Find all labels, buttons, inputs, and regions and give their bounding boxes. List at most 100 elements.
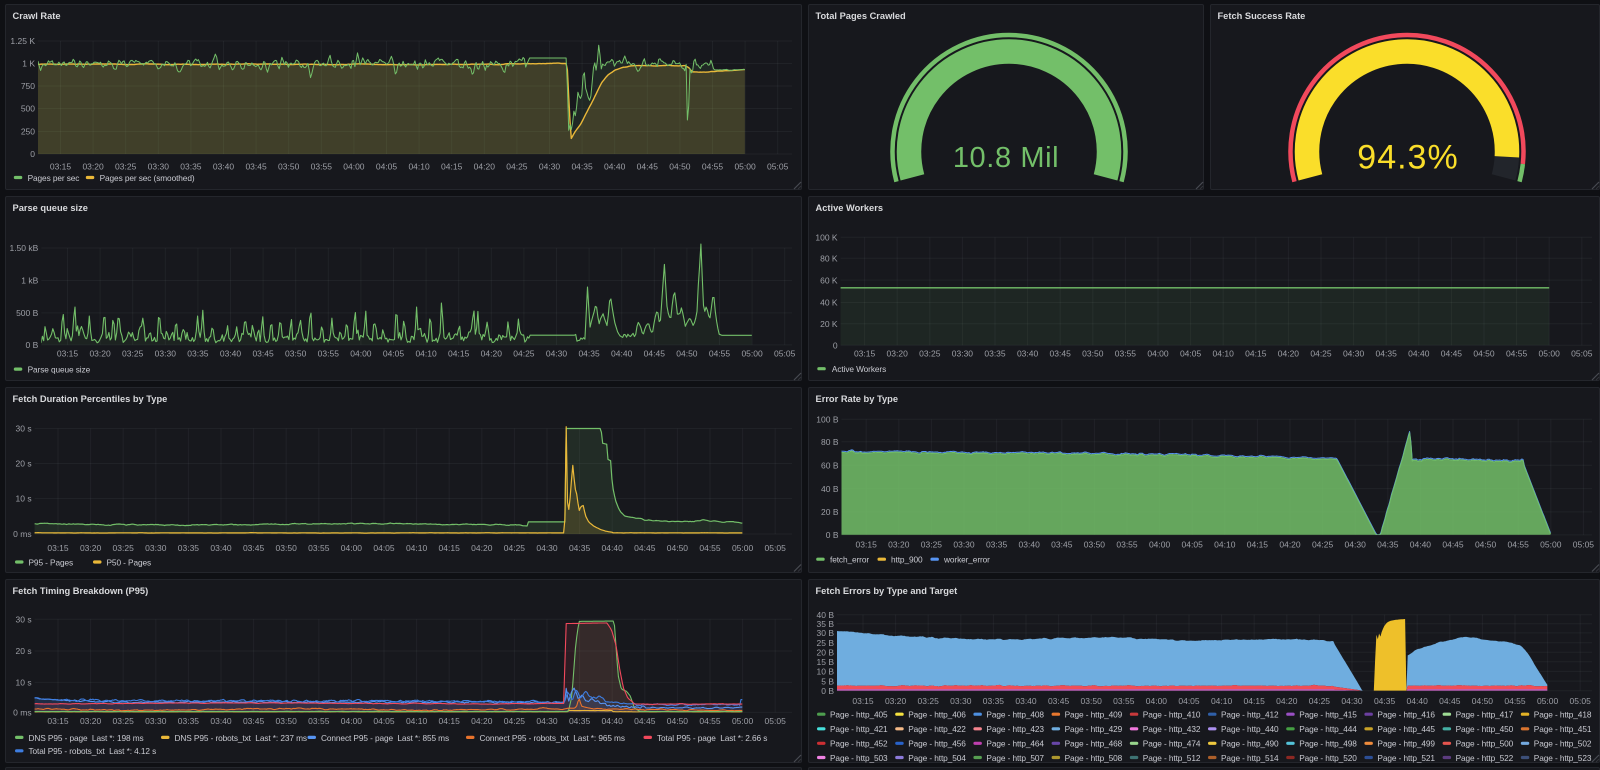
svg-text:0 ms: 0 ms — [13, 529, 31, 539]
svg-text:03:45: 03:45 — [1048, 696, 1070, 706]
svg-text:0 B: 0 B — [26, 340, 39, 350]
svg-text:04:30: 04:30 — [1341, 696, 1363, 706]
svg-text:04:10: 04:10 — [1213, 348, 1235, 358]
svg-text:04:25: 04:25 — [513, 348, 535, 358]
svg-text:03:55: 03:55 — [318, 348, 340, 358]
svg-text:Page - http_432: Page - http_432 — [1143, 724, 1201, 734]
svg-text:Page - http_409: Page - http_409 — [1065, 709, 1123, 719]
svg-text:Page - http_499: Page - http_499 — [1377, 738, 1435, 748]
svg-text:03:50: 03:50 — [1082, 348, 1104, 358]
svg-text:Active Workers: Active Workers — [832, 364, 886, 374]
svg-text:04:40: 04:40 — [604, 161, 626, 171]
svg-text:04:00: 04:00 — [343, 161, 365, 171]
svg-text:03:30: 03:30 — [952, 348, 974, 358]
svg-text:03:30: 03:30 — [145, 716, 167, 726]
svg-text:05:00: 05:00 — [732, 543, 754, 553]
svg-text:Page - http_452: Page - http_452 — [830, 738, 888, 748]
svg-text:03:25: 03:25 — [919, 348, 941, 358]
svg-text:03:45: 03:45 — [243, 716, 265, 726]
svg-text:94.3%: 94.3% — [1357, 139, 1458, 177]
svg-text:Page - http_440: Page - http_440 — [1221, 724, 1279, 734]
svg-text:04:15: 04:15 — [448, 348, 470, 358]
svg-text:04:25: 04:25 — [506, 161, 528, 171]
svg-text:04:05: 04:05 — [1182, 539, 1204, 549]
svg-text:05:05: 05:05 — [765, 543, 787, 553]
svg-text:04:20: 04:20 — [1278, 348, 1300, 358]
svg-text:03:45: 03:45 — [243, 543, 265, 553]
svg-text:04:50: 04:50 — [669, 161, 691, 171]
svg-text:04:15: 04:15 — [439, 716, 461, 726]
svg-text:0 B: 0 B — [826, 530, 839, 540]
svg-text:0: 0 — [30, 149, 35, 159]
svg-text:DNS P95 - robots_txt Last *:: DNS P95 - robots_txt Last *: 237 ms — [175, 732, 307, 742]
svg-text:04:15: 04:15 — [1244, 696, 1266, 706]
svg-text:04:05: 04:05 — [1180, 348, 1202, 358]
svg-text:03:25: 03:25 — [113, 543, 135, 553]
svg-text:03:35: 03:35 — [178, 543, 200, 553]
svg-text:04:25: 04:25 — [504, 543, 526, 553]
svg-text:DNS P95 - page Last *: 198 ms: DNS P95 - page Last *: 198 ms — [29, 732, 144, 742]
svg-text:05:00: 05:00 — [741, 348, 763, 358]
svg-text:03:20: 03:20 — [80, 716, 102, 726]
svg-text:10.8 Mil: 10.8 Mil — [953, 142, 1059, 174]
svg-text:250: 250 — [21, 127, 35, 137]
svg-text:10 s: 10 s — [16, 494, 32, 504]
svg-text:03:50: 03:50 — [276, 716, 298, 726]
svg-text:04:40: 04:40 — [602, 716, 624, 726]
svg-text:10 B: 10 B — [817, 666, 835, 676]
svg-text:03:30: 03:30 — [155, 348, 177, 358]
svg-text:03:40: 03:40 — [220, 348, 242, 358]
svg-text:03:25: 03:25 — [918, 696, 940, 706]
svg-text:03:40: 03:40 — [1019, 539, 1041, 549]
svg-text:20 K: 20 K — [820, 318, 838, 328]
svg-text:Page - http_512: Page - http_512 — [1143, 752, 1201, 762]
svg-text:03:30: 03:30 — [953, 539, 975, 549]
svg-text:05:05: 05:05 — [774, 348, 796, 358]
svg-text:04:05: 04:05 — [373, 543, 395, 553]
svg-text:04:50: 04:50 — [1473, 348, 1495, 358]
svg-text:04:15: 04:15 — [1245, 348, 1267, 358]
svg-text:1 K: 1 K — [22, 59, 35, 69]
svg-text:40 K: 40 K — [820, 297, 838, 307]
svg-text:Page - http_418: Page - http_418 — [1534, 709, 1592, 719]
svg-text:04:55: 04:55 — [1506, 348, 1528, 358]
svg-text:04:45: 04:45 — [1441, 348, 1463, 358]
svg-text:worker_error: worker_error — [943, 555, 990, 565]
svg-text:P95 - Pages: P95 - Pages — [29, 557, 74, 567]
svg-text:04:00: 04:00 — [350, 348, 372, 358]
svg-text:03:50: 03:50 — [278, 161, 300, 171]
svg-text:03:55: 03:55 — [308, 716, 330, 726]
svg-text:04:30: 04:30 — [539, 161, 561, 171]
svg-text:40 B: 40 B — [821, 484, 839, 494]
svg-text:04:55: 04:55 — [1508, 539, 1530, 549]
svg-text:30 B: 30 B — [817, 628, 835, 638]
svg-text:03:35: 03:35 — [178, 716, 200, 726]
svg-text:04:35: 04:35 — [1374, 696, 1396, 706]
svg-text:04:35: 04:35 — [1377, 539, 1399, 549]
svg-text:05:00: 05:00 — [732, 716, 754, 726]
svg-text:04:45: 04:45 — [1442, 539, 1464, 549]
svg-text:20 B: 20 B — [821, 507, 839, 517]
svg-text:03:35: 03:35 — [180, 161, 202, 171]
svg-text:04:40: 04:40 — [1410, 539, 1432, 549]
svg-text:03:20: 03:20 — [89, 348, 111, 358]
svg-text:04:55: 04:55 — [702, 161, 724, 171]
svg-text:03:20: 03:20 — [82, 161, 104, 171]
svg-text:04:30: 04:30 — [536, 716, 558, 726]
svg-text:05:05: 05:05 — [1570, 696, 1592, 706]
svg-text:Parse queue size: Parse queue size — [28, 364, 91, 374]
svg-text:Page - http_445: Page - http_445 — [1377, 724, 1435, 734]
svg-text:04:40: 04:40 — [1407, 696, 1429, 706]
svg-text:03:15: 03:15 — [852, 696, 874, 706]
svg-text:04:50: 04:50 — [1475, 539, 1497, 549]
svg-text:P50 - Pages: P50 - Pages — [107, 557, 152, 567]
svg-text:04:05: 04:05 — [373, 716, 395, 726]
svg-text:04:35: 04:35 — [569, 716, 591, 726]
svg-text:03:30: 03:30 — [145, 543, 167, 553]
svg-text:Page - http_415: Page - http_415 — [1299, 709, 1357, 719]
svg-text:03:45: 03:45 — [252, 348, 274, 358]
svg-text:03:15: 03:15 — [854, 348, 876, 358]
svg-text:04:35: 04:35 — [1376, 348, 1398, 358]
svg-text:04:50: 04:50 — [676, 348, 698, 358]
svg-text:05:00: 05:00 — [1539, 348, 1561, 358]
